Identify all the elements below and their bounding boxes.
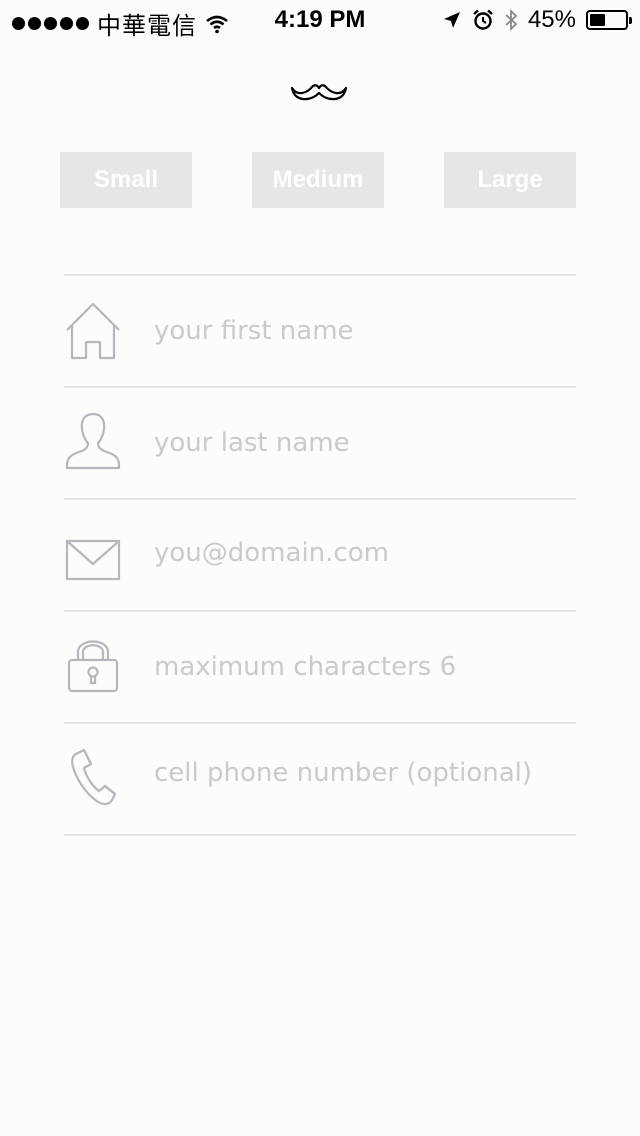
phone-row bbox=[64, 724, 576, 834]
last-name-row bbox=[64, 388, 576, 498]
alarm-icon bbox=[473, 9, 493, 30]
location-arrow-icon bbox=[443, 12, 460, 28]
house-icon bbox=[66, 302, 120, 360]
lock-icon bbox=[67, 640, 119, 693]
size-selector: Small Medium Large bbox=[60, 152, 576, 208]
phone-input[interactable] bbox=[154, 744, 564, 802]
battery-icon bbox=[586, 10, 632, 30]
first-name-row bbox=[64, 276, 576, 386]
envelope-icon bbox=[65, 539, 121, 581]
status-bar: 中華電信 4:19 PM 45% bbox=[0, 0, 640, 40]
size-small-button[interactable]: Small bbox=[60, 152, 192, 208]
email-row bbox=[64, 500, 576, 610]
password-row bbox=[64, 612, 576, 722]
size-medium-button[interactable]: Medium bbox=[252, 152, 384, 208]
signup-form bbox=[64, 274, 576, 836]
battery-percent: 45% bbox=[527, 6, 576, 33]
mustache-icon bbox=[290, 84, 348, 101]
size-large-button[interactable]: Large bbox=[444, 152, 576, 208]
battery-fill bbox=[590, 14, 606, 26]
first-name-input[interactable] bbox=[154, 302, 564, 360]
last-name-input[interactable] bbox=[154, 414, 564, 472]
divider bbox=[64, 834, 576, 836]
email-input[interactable] bbox=[154, 524, 564, 582]
person-icon bbox=[65, 412, 121, 470]
status-right: 45% bbox=[442, 6, 632, 34]
phone-icon bbox=[71, 748, 117, 806]
bluetooth-icon bbox=[505, 8, 518, 32]
password-input[interactable] bbox=[154, 638, 564, 696]
